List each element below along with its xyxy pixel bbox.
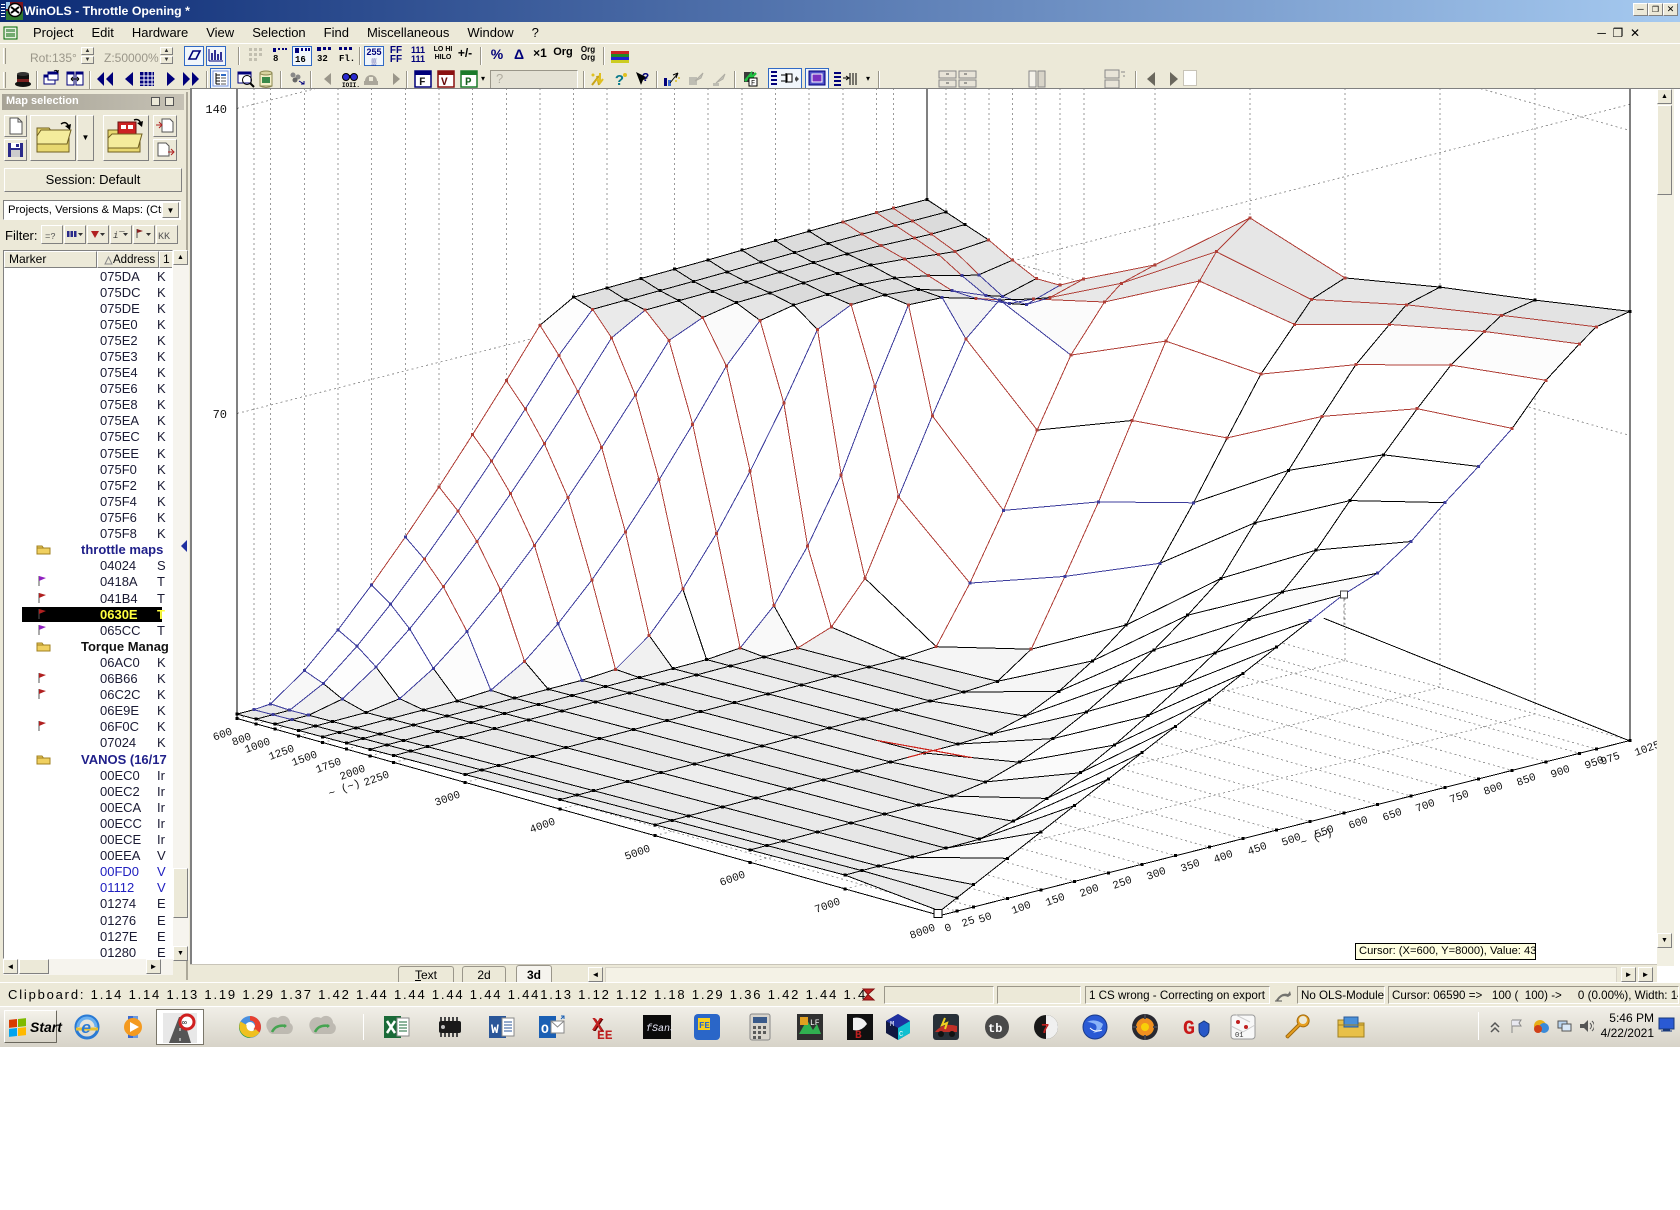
svg-text:?: ? xyxy=(615,73,624,89)
svg-text:LF: LF xyxy=(810,1019,820,1028)
svg-text:=?: =? xyxy=(45,232,56,242)
svg-text:01: 01 xyxy=(1235,1032,1243,1040)
svg-text:FE: FE xyxy=(699,1021,710,1031)
svg-text:F: F xyxy=(751,80,755,88)
svg-text:G: G xyxy=(1183,1018,1195,1041)
svg-text:Fl.: Fl. xyxy=(339,54,354,62)
svg-text:8: 8 xyxy=(273,54,278,62)
svg-text:?: ? xyxy=(642,71,649,85)
svg-text:16: 16 xyxy=(295,55,306,63)
svg-text:140: 140 xyxy=(205,103,227,117)
svg-text:fSan3: fSan3 xyxy=(646,1023,672,1035)
svg-text:O: O xyxy=(541,1022,549,1037)
svg-text:70: 70 xyxy=(213,408,227,422)
svg-text:tb: tb xyxy=(988,1022,1002,1036)
svg-text:C: C xyxy=(899,1031,903,1039)
svg-text:∞: ∞ xyxy=(182,1019,187,1028)
svg-text:e: e xyxy=(81,1020,91,1039)
svg-text:W: W xyxy=(491,1022,499,1037)
svg-text:KK: KK xyxy=(158,232,170,243)
svg-text:EE: EE xyxy=(597,1028,613,1042)
svg-text:i‾: i‾ xyxy=(113,231,125,241)
svg-text:B: B xyxy=(855,1030,862,1042)
svg-text:7: 7 xyxy=(1041,1022,1049,1038)
svg-text:M: M xyxy=(890,1021,894,1029)
svg-text:32: 32 xyxy=(317,54,328,62)
